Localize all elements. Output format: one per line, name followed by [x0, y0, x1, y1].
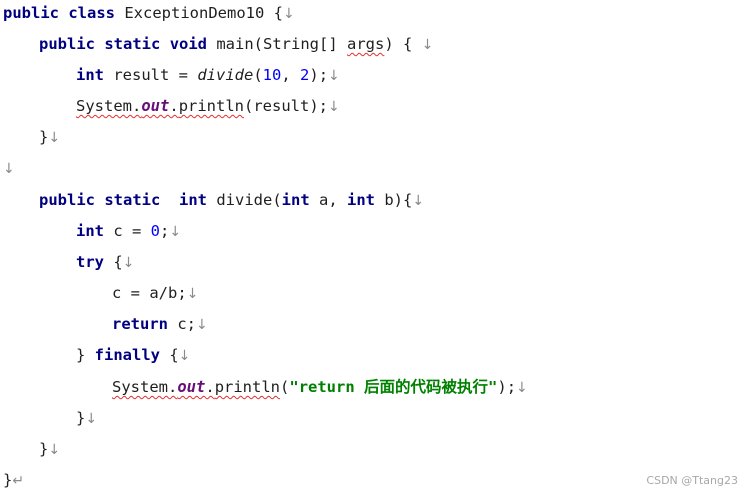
statement-end: );: [309, 66, 329, 84]
println-expression: System.out.println: [112, 378, 280, 396]
out-field: out: [177, 378, 206, 396]
close-brace: }: [76, 346, 95, 364]
close-brace: }: [39, 440, 49, 458]
keyword-static: static: [104, 191, 161, 209]
args-identifier: args: [347, 35, 385, 53]
keyword-finally: finally: [94, 346, 160, 364]
code-line-12: } finally {↓: [76, 344, 190, 366]
dot: .: [205, 378, 215, 396]
code-line-6: ↓: [3, 157, 15, 179]
println-expression: System.out.println: [76, 97, 244, 115]
number-0: 0: [150, 222, 161, 240]
code-line-15: }↓: [39, 438, 60, 460]
system-class: System: [76, 97, 132, 115]
keyword-int: int: [179, 191, 208, 209]
paragraph-end-mark: ↵: [12, 473, 25, 489]
code-line-7: public static int divide(int a, int b){↓: [39, 189, 424, 211]
code-listing: public class ExceptionDemo10 {↓ public s…: [0, 0, 748, 495]
code-line-2: public static void main(String[] args) {…: [39, 33, 433, 55]
code-line-9: try {↓: [76, 251, 134, 273]
code-line-14: }↓: [76, 407, 97, 429]
line-break-mark: ↓: [85, 411, 98, 427]
line-break-mark: ↓: [178, 348, 191, 364]
dot: .: [168, 378, 178, 396]
line-break-mark: ↓: [48, 130, 61, 146]
keyword-try: try: [76, 253, 104, 271]
divide-call: divide: [197, 66, 254, 84]
number-10: 10: [262, 66, 282, 84]
number-2: 2: [300, 66, 310, 84]
divide-declaration: divide(: [207, 191, 282, 209]
watermark: CSDN @Ttang23: [646, 474, 738, 487]
line-break-mark: ↓: [283, 6, 295, 22]
system-class: System: [112, 378, 168, 396]
statement-end: );: [497, 378, 517, 396]
line-break-mark: ↓: [169, 224, 182, 240]
close-brace: }: [76, 409, 86, 427]
println-args: (result);: [244, 97, 329, 115]
line-break-mark: ↓: [48, 442, 61, 458]
semicolon: ;: [160, 222, 170, 240]
code-line-16: }↵: [3, 469, 24, 491]
line-break-mark: ↓: [3, 161, 15, 177]
param-a: a,: [309, 191, 347, 209]
keyword-public: public: [3, 4, 59, 22]
line-break-mark: ↓: [122, 255, 135, 271]
paren-open: (: [280, 378, 290, 396]
return-value: c;: [168, 315, 196, 333]
line-break-mark: ↓: [328, 99, 340, 115]
line-break-mark: ↓: [196, 317, 208, 333]
keyword-int: int: [347, 191, 375, 209]
param-b: b){: [375, 191, 413, 209]
close-brace: }: [3, 471, 13, 489]
main-signature-end: ) {: [384, 35, 413, 53]
println-method: println: [214, 378, 281, 396]
close-brace: }: [39, 128, 49, 146]
line-break-mark: ↓: [421, 37, 434, 53]
open-brace: {: [104, 253, 123, 271]
dot: .: [132, 97, 142, 115]
result-assign: result =: [104, 66, 198, 84]
division-statement: c = a/b;: [112, 284, 187, 302]
code-line-5: }↓: [39, 126, 60, 148]
keyword-public: public: [39, 35, 95, 53]
comma: ,: [281, 66, 301, 84]
paren-open: (: [253, 66, 263, 84]
code-line-1: public class ExceptionDemo10 {↓: [3, 2, 295, 24]
keyword-int: int: [76, 66, 104, 84]
string-literal: "return 后面的代码被执行": [289, 378, 498, 396]
dot: .: [169, 97, 179, 115]
keyword-static: static: [104, 35, 161, 53]
keyword-int: int: [281, 191, 310, 209]
code-line-13: System.out.println("return 后面的代码被执行");↓: [112, 376, 528, 398]
line-break-mark: ↓: [412, 193, 425, 209]
keyword-public: public: [39, 191, 95, 209]
out-field: out: [141, 97, 170, 115]
line-break-mark: ↓: [328, 68, 340, 84]
code-line-8: int c = 0;↓: [76, 220, 181, 242]
println-method: println: [178, 97, 245, 115]
keyword-int: int: [76, 222, 104, 240]
keyword-class: class: [68, 4, 116, 22]
code-line-4: System.out.println(result);↓: [76, 95, 340, 117]
code-line-10: c = a/b;↓: [112, 282, 198, 304]
open-brace: {: [160, 346, 179, 364]
code-line-3: int result = divide(10, 2);↓: [76, 64, 340, 86]
c-assign: c =: [104, 222, 151, 240]
main-signature: main(String[]: [207, 35, 347, 53]
code-line-11: return c;↓: [112, 313, 208, 335]
class-declaration: ExceptionDemo10 {: [115, 4, 283, 22]
keyword-void: void: [169, 35, 208, 53]
keyword-return: return: [112, 315, 168, 333]
line-break-mark: ↓: [186, 286, 199, 302]
line-break-mark: ↓: [516, 380, 528, 396]
